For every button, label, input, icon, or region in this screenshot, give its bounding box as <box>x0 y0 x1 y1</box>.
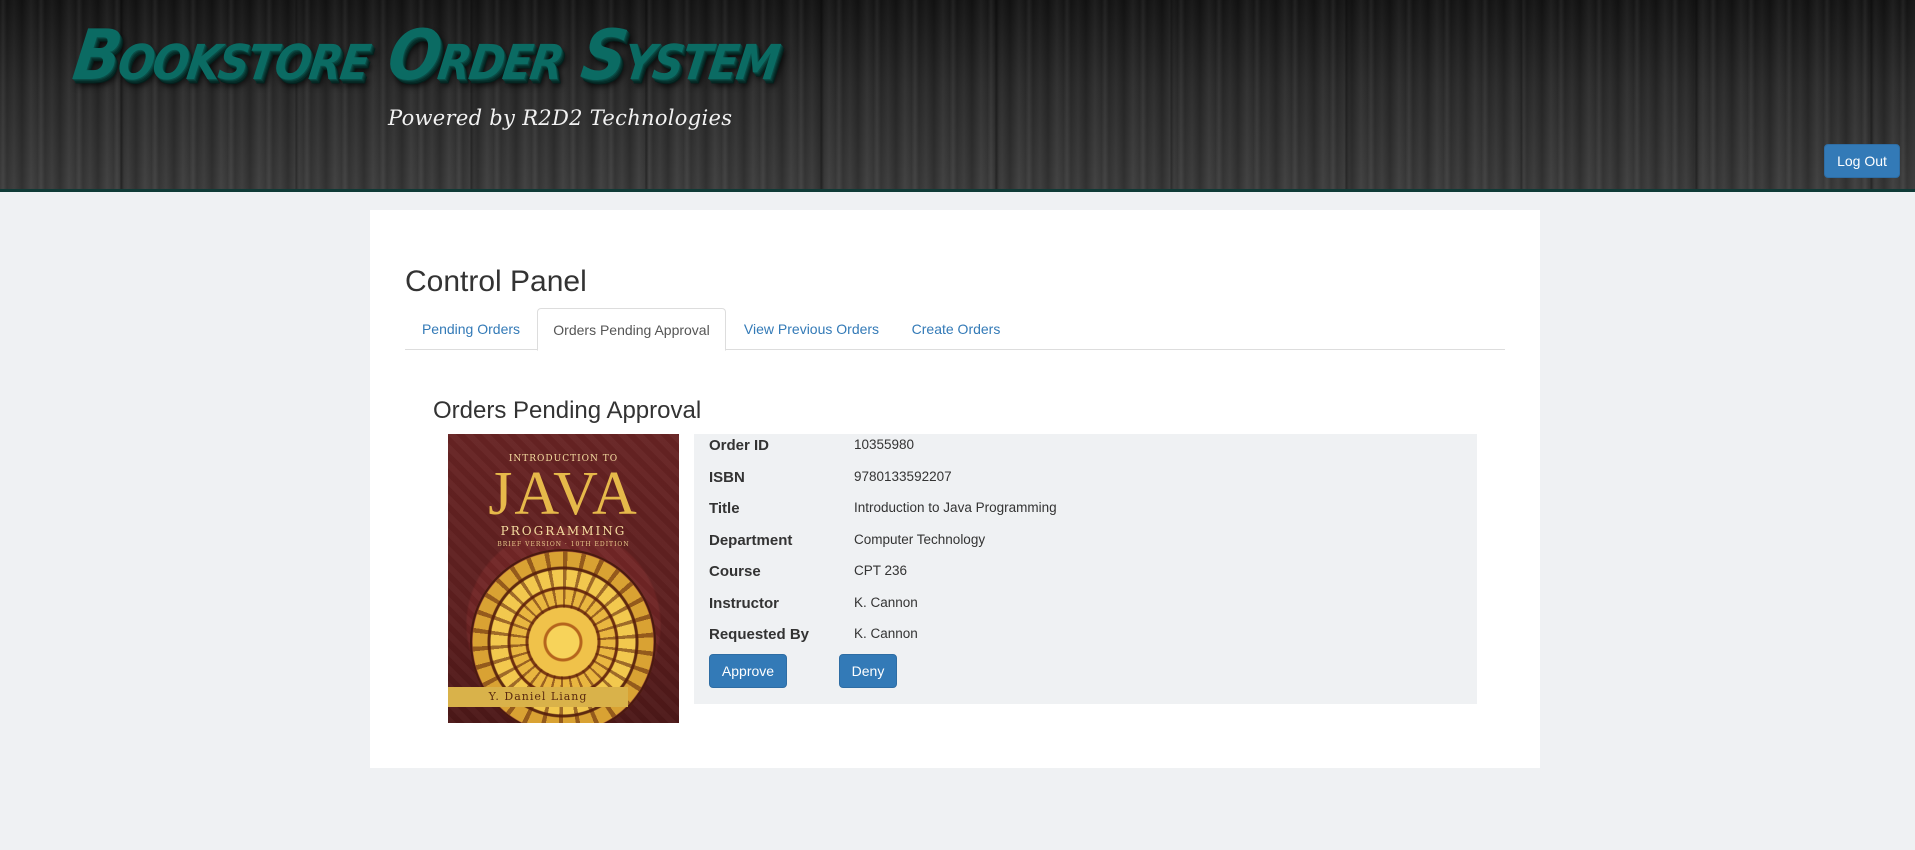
site-header: Bookstore Order System Powered by R2D2 T… <box>0 0 1915 192</box>
deny-button[interactable]: Deny <box>839 654 897 688</box>
order-details: Order ID 10355980 ISBN 9780133592207 Tit… <box>694 434 1477 704</box>
page-title: Control Panel <box>405 265 587 298</box>
book-cover-image: INTRODUCTION TO JAVA PROGRAMMING BRIEF V… <box>448 434 679 723</box>
detail-label: Department <box>709 532 793 549</box>
approve-button[interactable]: Approve <box>709 654 787 688</box>
main-panel: Control Panel Pending Orders Orders Pend… <box>370 210 1540 768</box>
tab-create-orders[interactable]: Create Orders <box>897 308 1015 350</box>
section-title: Orders Pending Approval <box>433 397 702 424</box>
cover-edition-text: BRIEF VERSION · 10TH EDITION <box>497 541 630 548</box>
detail-value: CPT 236 <box>854 563 908 578</box>
detail-label: Order ID <box>709 437 770 454</box>
cover-author-text: Y. Daniel Liang <box>448 687 628 707</box>
tab-orders-pending-approval[interactable]: Orders Pending Approval <box>537 308 726 351</box>
cover-title-text: JAVA <box>488 460 639 528</box>
app-logo-title: Bookstore Order System <box>68 14 785 96</box>
detail-value: Computer Technology <box>854 532 986 547</box>
detail-value: 9780133592207 <box>854 469 952 484</box>
logout-button[interactable]: Log Out <box>1824 144 1900 178</box>
detail-label: Instructor <box>709 595 780 612</box>
tab-view-previous-orders[interactable]: View Previous Orders <box>726 308 897 350</box>
cover-subtitle-text: PROGRAMMING <box>500 524 627 538</box>
detail-label: ISBN <box>709 469 745 486</box>
detail-label: Requested By <box>709 626 810 643</box>
detail-value: K. Cannon <box>854 595 918 610</box>
detail-value: Introduction to Java Programming <box>854 500 1057 515</box>
detail-value: 10355980 <box>854 437 915 452</box>
tab-pending-orders[interactable]: Pending Orders <box>405 308 537 350</box>
detail-label: Course <box>709 563 761 580</box>
app-logo-subtitle: Powered by R2D2 Technologies <box>388 106 733 130</box>
tab-bar: Pending Orders Orders Pending Approval V… <box>405 308 1505 351</box>
detail-label: Title <box>709 500 740 517</box>
detail-value: K. Cannon <box>854 626 918 641</box>
